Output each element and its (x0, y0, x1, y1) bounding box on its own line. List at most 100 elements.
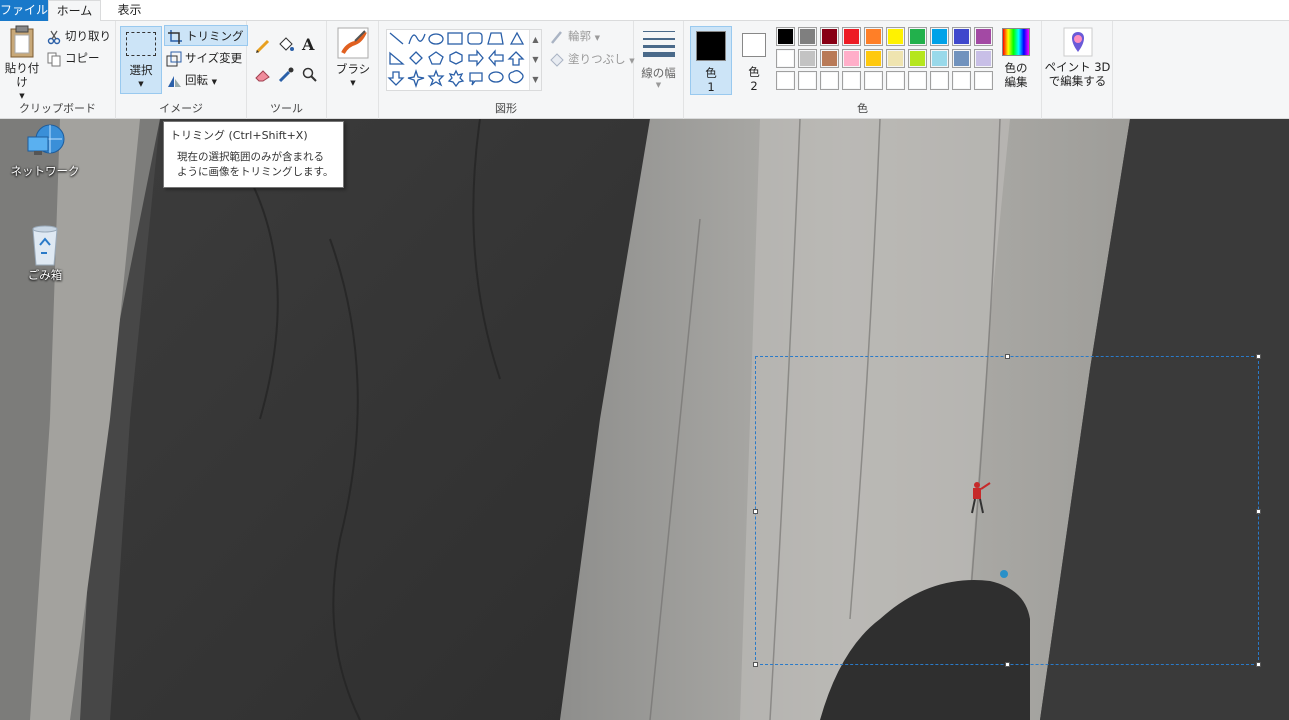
palette-swatch[interactable] (820, 27, 839, 46)
resize-handle-bottom-right[interactable] (1256, 662, 1261, 667)
palette-swatch[interactable] (952, 27, 971, 46)
palette-swatch-color (844, 29, 859, 44)
palette-swatch[interactable] (798, 49, 817, 68)
scissors-icon (47, 30, 61, 44)
resize-handle-right[interactable] (1256, 509, 1261, 514)
outline-brush-icon (551, 30, 562, 44)
outline-label: 輪郭 (568, 29, 591, 43)
resize-handle-left[interactable] (753, 509, 758, 514)
color2-number: 2 (750, 79, 758, 93)
eraser-icon[interactable] (254, 66, 272, 84)
group-size[interactable]: 線の幅 ▼ (634, 21, 684, 119)
palette-swatch[interactable] (776, 49, 795, 68)
palette-swatch[interactable] (930, 71, 949, 90)
palette-swatch[interactable] (864, 27, 883, 46)
palette-swatch[interactable] (930, 49, 949, 68)
palette-swatch-color (800, 73, 815, 88)
palette-swatch[interactable] (776, 27, 795, 46)
group-paint3d: ペイント 3D で編集する (1042, 21, 1113, 119)
palette-swatch[interactable] (842, 27, 861, 46)
palette-swatch-color (844, 51, 859, 66)
scroll-down-icon[interactable]: ▼ (530, 50, 541, 70)
outline-button[interactable]: 輪郭 ▼ (549, 26, 600, 46)
group-colors: 色 1 色 2 色の 編集 色 (684, 21, 1042, 119)
palette-swatch[interactable] (974, 71, 993, 90)
edit-colors-button[interactable]: 色の 編集 (996, 26, 1036, 95)
fill-bucket-icon[interactable] (277, 36, 295, 54)
scroll-up-icon[interactable]: ▲ (530, 30, 541, 50)
desktop-icon-recycle-bin[interactable]: ごみ箱 (10, 223, 80, 283)
resize-handle-top[interactable] (1005, 354, 1010, 359)
palette-swatch[interactable] (952, 49, 971, 68)
palette-swatch-color (866, 29, 881, 44)
palette-swatch[interactable] (886, 49, 905, 68)
brushes-button[interactable]: ブラシ ▼ (331, 27, 375, 93)
color-picker-icon[interactable] (277, 66, 295, 84)
tooltip-line-2: ように画像をトリミングします。 (177, 166, 334, 178)
shapes-gallery[interactable]: ▲ ▼ ▼ (386, 29, 542, 91)
palette-swatch[interactable] (842, 49, 861, 68)
palette-swatch[interactable] (930, 27, 949, 46)
colors-group-label: 色 (857, 102, 868, 115)
resize-handle-bottom[interactable] (1005, 662, 1010, 667)
clipboard-group-label: クリップボード (19, 102, 96, 115)
resize-handle-top-right[interactable] (1256, 354, 1261, 359)
magnifier-icon[interactable] (301, 66, 319, 84)
palette-swatch[interactable] (864, 49, 883, 68)
palette-swatch-color (888, 73, 903, 88)
palette-swatch[interactable] (820, 49, 839, 68)
shapes-group-label: 図形 (495, 102, 517, 115)
palette-swatch[interactable] (974, 49, 993, 68)
pencil-icon[interactable] (254, 37, 272, 55)
paint3d-label-1: ペイント 3D (1044, 60, 1111, 74)
color2-button[interactable]: 色 2 (734, 26, 774, 95)
palette-swatch-color (910, 73, 925, 88)
color1-button[interactable]: 色 1 (690, 26, 732, 95)
palette-swatch-color (888, 29, 903, 44)
crop-label: トリミング (186, 29, 244, 43)
palette-swatch[interactable] (886, 27, 905, 46)
line-width-icon (643, 31, 675, 57)
color1-label: 色 (705, 66, 717, 80)
palette-swatch[interactable] (952, 71, 971, 90)
palette-swatch[interactable] (798, 71, 817, 90)
tab-home[interactable]: ホーム (48, 0, 101, 22)
tab-file[interactable]: ファイル (0, 0, 48, 21)
text-tool-icon[interactable]: A (302, 35, 314, 54)
select-button[interactable]: 選択 ▼ (120, 26, 162, 94)
palette-swatch[interactable] (908, 27, 927, 46)
drawing-canvas[interactable]: ネットワーク ごみ箱 (0, 119, 1289, 720)
gallery-scrollbar[interactable]: ▲ ▼ ▼ (529, 30, 541, 90)
gallery-more-icon[interactable]: ▼ (530, 70, 541, 90)
palette-swatch[interactable] (908, 71, 927, 90)
palette-swatch[interactable] (974, 27, 993, 46)
palette-swatch[interactable] (842, 71, 861, 90)
brush-icon (337, 27, 369, 59)
palette-swatch-color (932, 51, 947, 66)
rotate-button[interactable]: 回転 ▼ (166, 70, 217, 90)
resize-handle-bottom-left[interactable] (753, 662, 758, 667)
tab-view[interactable]: 表示 (103, 0, 156, 21)
selection-rectangle[interactable] (753, 354, 1261, 667)
palette-swatch-color (932, 29, 947, 44)
crop-icon (168, 29, 182, 44)
palette-swatch[interactable] (798, 27, 817, 46)
copy-button[interactable]: コピー (46, 48, 100, 68)
palette-swatch-color (778, 29, 793, 44)
palette-swatch[interactable] (886, 71, 905, 90)
palette-swatch[interactable] (864, 71, 883, 90)
crop-button[interactable]: トリミング (164, 25, 248, 46)
cut-label: 切り取り (65, 29, 111, 43)
cut-button[interactable]: 切り取り (46, 26, 111, 46)
palette-swatch[interactable] (908, 49, 927, 68)
resize-button[interactable]: サイズ変更 (166, 48, 242, 68)
palette-swatch-color (954, 29, 969, 44)
palette-swatch[interactable] (820, 71, 839, 90)
fill-button[interactable]: 塗りつぶし ▼ (549, 49, 635, 69)
paste-button[interactable]: 貼り付け ▼ (0, 25, 44, 100)
fill-label: 塗りつぶし (568, 52, 626, 66)
desktop-icon-network[interactable]: ネットワーク (10, 123, 80, 179)
color1-swatch (696, 31, 726, 61)
palette-swatch[interactable] (776, 71, 795, 90)
edit-with-paint3d-button[interactable]: ペイント 3D で編集する (1044, 27, 1111, 95)
